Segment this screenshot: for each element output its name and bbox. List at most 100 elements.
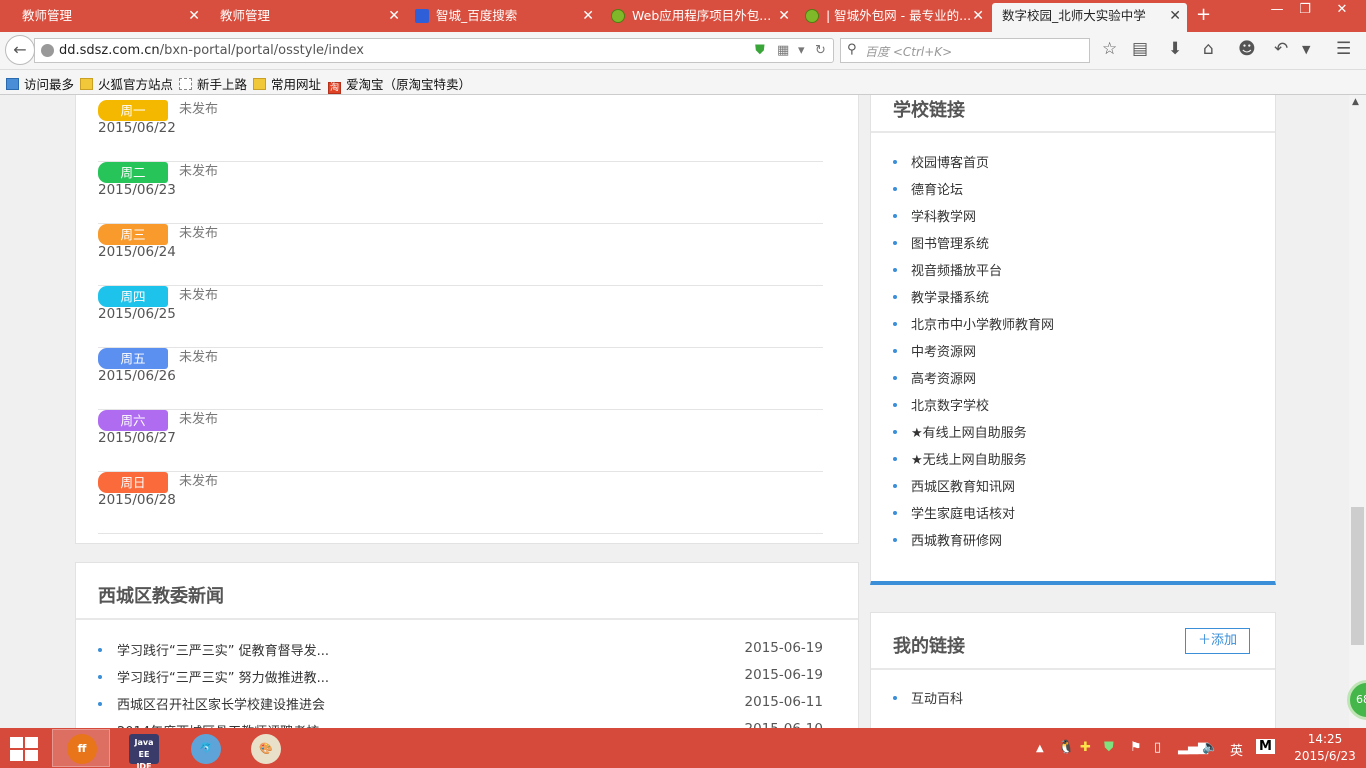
publish-status[interactable]: 未发布 (179, 470, 218, 489)
qr-code-icon[interactable]: ▦ (777, 43, 789, 58)
tab-teacher-admin-1[interactable]: 教师管理 ✕ (0, 3, 206, 32)
publish-status[interactable]: 未发布 (179, 160, 218, 179)
page-scrollbar[interactable]: ▲ (1349, 95, 1366, 728)
search-input[interactable]: ⚲ 百度 <Ctrl+K> (840, 38, 1090, 63)
tab-label: 数字校园_北师大实验中学 (1002, 8, 1146, 23)
reading-list-icon[interactable]: ▤ (1132, 39, 1148, 59)
news-item[interactable]: 西城区召开社区家长学校建设推进会 2015-06-11 (98, 694, 823, 714)
publish-status[interactable]: 未发布 (179, 98, 218, 117)
taskbar-paint[interactable]: 🎨 (236, 729, 294, 767)
publish-status[interactable]: 未发布 (179, 222, 218, 241)
tray-chevron-up-icon[interactable]: ▲ (1036, 743, 1044, 754)
bullet-icon (893, 376, 897, 380)
bookmark-firefox-site[interactable]: 火狐官方站点 (80, 74, 173, 93)
news-date: 2015-06-11 (744, 694, 823, 710)
tab-zhicheng[interactable]: | 智城外包网 - 最专业的... ✕ (800, 3, 990, 32)
start-button[interactable] (10, 737, 38, 761)
bullet-icon (893, 538, 897, 542)
bullet-icon (893, 268, 897, 272)
bullet-icon (893, 696, 897, 700)
bookmark-common-sites[interactable]: 常用网址 (253, 74, 321, 93)
school-link-label[interactable]: 西城教育研修网 (911, 530, 1002, 549)
ime-mode[interactable]: M (1256, 739, 1275, 754)
school-link-label[interactable]: 北京数字学校 (911, 395, 989, 414)
school-link-label[interactable]: 中考资源网 (911, 341, 976, 360)
bookmark-getting-started[interactable]: 新手上路 (179, 74, 247, 93)
news-title[interactable]: 学习践行“三严三实” 努力做推进教... (117, 667, 329, 686)
shield-icon[interactable]: ⛊ (755, 43, 765, 58)
schedule-row: 周日 未发布 2015/06/28 (98, 472, 823, 534)
schedule-date: 2015/06/26 (98, 368, 176, 384)
close-icon[interactable]: ✕ (188, 3, 200, 29)
school-link-label[interactable]: 视音频播放平台 (911, 260, 1002, 279)
my-link-label[interactable]: 互动百科 (911, 688, 963, 707)
school-link-label[interactable]: 西城区教育知讯网 (911, 476, 1015, 495)
school-link-label[interactable]: 高考资源网 (911, 368, 976, 387)
school-link-label[interactable]: ★有线上网自助服务 (911, 422, 1027, 441)
flag-icon[interactable]: ⚑ (1130, 740, 1142, 755)
security-shield-icon[interactable]: ⛊ (1104, 740, 1114, 755)
school-link-label[interactable]: 德育论坛 (911, 179, 963, 198)
school-link-label[interactable]: 北京市中小学教师教育网 (911, 314, 1054, 333)
close-icon[interactable]: ✕ (972, 3, 984, 29)
taskbar-javaee-ide[interactable]: Java EE IDE (114, 729, 172, 768)
publish-status[interactable]: 未发布 (179, 408, 218, 427)
bookmark-label: 火狐官方站点 (98, 77, 174, 92)
bookmark-aitaobao[interactable]: 淘爱淘宝（原淘宝特卖） (328, 74, 471, 94)
qq-icon[interactable]: 🐧 (1058, 740, 1074, 755)
news-item[interactable]: 2014年度西城区骨干教师评聘考核... 2015-06-10 (98, 721, 823, 728)
plus-circle-icon[interactable]: ✚ (1080, 740, 1091, 755)
school-link-label[interactable]: 图书管理系统 (911, 233, 989, 252)
star-icon[interactable]: ☆ (1102, 39, 1117, 59)
battery-icon[interactable]: ▯ (1154, 740, 1161, 755)
scrollbar-thumb[interactable] (1351, 507, 1364, 645)
close-window-button[interactable]: ✕ (1318, 0, 1366, 22)
news-item[interactable]: 学习践行“三严三实” 促教育督导发... 2015-06-19 (98, 640, 823, 660)
chat-icon[interactable]: ☻ (1238, 39, 1256, 59)
tab-digital-campus[interactable]: 数字校园_北师大实验中学 ✕ (992, 3, 1187, 32)
school-link-label[interactable]: ★无线上网自助服务 (911, 449, 1027, 468)
add-link-button[interactable]: ＋添加 (1185, 628, 1250, 654)
download-icon[interactable]: ⬇ (1168, 39, 1182, 59)
minimize-button[interactable]: — (1262, 0, 1292, 22)
school-link-label[interactable]: 校园博客首页 (911, 152, 989, 171)
close-icon[interactable]: ✕ (582, 3, 594, 29)
tab-teacher-admin-2[interactable]: 教师管理 ✕ (206, 3, 406, 32)
schedule-row: 周六 未发布 2015/06/27 (98, 410, 823, 472)
undo-icon[interactable]: ↶ (1274, 39, 1288, 59)
reload-icon[interactable]: ↻ (815, 43, 826, 58)
news-title[interactable]: 2014年度西城区骨干教师评聘考核... (117, 721, 331, 728)
school-link-label[interactable]: 学生家庭电话核对 (911, 503, 1015, 522)
news-title[interactable]: 西城区召开社区家长学校建设推进会 (117, 694, 325, 713)
volume-icon[interactable]: 🔈 (1202, 740, 1218, 755)
close-icon[interactable]: ✕ (1169, 3, 1181, 29)
menu-icon[interactable]: ☰ (1336, 39, 1351, 59)
restore-button[interactable]: ❐ (1292, 0, 1318, 22)
bookmark-most-visited[interactable]: 访问最多 (6, 74, 74, 93)
school-link-label[interactable]: 教学录播系统 (911, 287, 989, 306)
tab-web-outsourcing[interactable]: Web应用程序项目外包... ✕ (606, 3, 796, 32)
close-icon[interactable]: ✕ (778, 3, 790, 29)
news-item[interactable]: 学习践行“三严三实” 努力做推进教... 2015-06-19 (98, 667, 823, 687)
chevron-down-icon[interactable]: ▼ (1302, 43, 1310, 56)
javaee-ide-icon: Java EE IDE (129, 734, 159, 768)
tab-baidu-search[interactable]: 智城_百度搜索 ✕ (410, 3, 600, 32)
taskbar-firefox[interactable]: ff (52, 729, 110, 767)
taskbar-dolphin[interactable]: 🐬 (176, 729, 234, 767)
school-link-label[interactable]: 学科教学网 (911, 206, 976, 225)
dropdown-icon[interactable]: ▾ (798, 43, 805, 58)
bullet-icon (893, 187, 897, 191)
back-button[interactable]: ← (5, 35, 35, 65)
publish-status[interactable]: 未发布 (179, 284, 218, 303)
news-title[interactable]: 学习践行“三严三实” 促教育督导发... (117, 640, 329, 659)
url-bar[interactable]: dd.sdsz.com.cn/bxn-portal/portal/osstyle… (34, 38, 834, 63)
clock-date: 2015/6/23 (1294, 749, 1356, 763)
windows-logo-pane (25, 750, 38, 761)
new-tab-button[interactable]: + (1196, 4, 1211, 25)
home-icon[interactable]: ⌂ (1203, 39, 1214, 59)
scroll-up-icon[interactable]: ▲ (1352, 97, 1359, 107)
publish-status[interactable]: 未发布 (179, 346, 218, 365)
close-icon[interactable]: ✕ (388, 3, 400, 29)
system-clock[interactable]: 14:25 2015/6/23 (1290, 731, 1360, 765)
ime-language[interactable]: 英 (1230, 740, 1243, 759)
